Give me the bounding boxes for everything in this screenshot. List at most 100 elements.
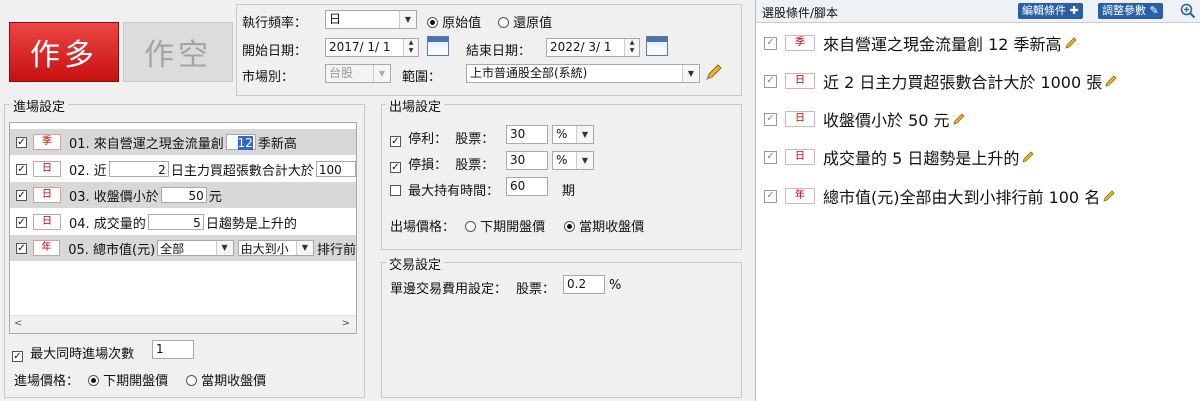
row-badge: 日 bbox=[33, 161, 61, 177]
max-hold-unit: 期 bbox=[562, 184, 576, 199]
row-checkbox[interactable]: ✓ bbox=[16, 189, 27, 201]
entry-condition-list[interactable]: ✓ 季 01. 來自營運之現金流量創 12 季新高 ✓ 日 02. 近 2 日主… bbox=[9, 122, 357, 334]
max-hold-checkbox[interactable]: 最大持有時間： bbox=[390, 180, 499, 199]
radio-label: 下期開盤價 bbox=[103, 374, 169, 389]
radio-dot bbox=[564, 221, 575, 232]
short-button[interactable]: 作空 bbox=[123, 22, 233, 82]
edit-conditions-button[interactable]: 編輯條件 ✚ bbox=[1018, 3, 1083, 19]
row-badge: 季 bbox=[33, 134, 61, 150]
pencil-icon: ✎ bbox=[1149, 4, 1159, 17]
pencil-icon[interactable] bbox=[1064, 36, 1078, 50]
panel-header: 選股條件/腳本 編輯條件 ✚ 調整參數 ✎ bbox=[756, 0, 1200, 23]
row-input[interactable]: 5 bbox=[147, 214, 204, 230]
max-entries-label: 最大同時進場次數 bbox=[30, 347, 135, 362]
condition-checkbox[interactable]: ✓ bbox=[764, 150, 777, 164]
stop-loss-unit-select[interactable]: % ▼ bbox=[552, 151, 594, 170]
stop-loss-input[interactable]: 30 bbox=[506, 151, 548, 170]
exit-radio-close[interactable]: 當期收盤價 bbox=[564, 216, 644, 235]
checkbox-box: ✓ bbox=[12, 351, 23, 362]
condition-checkbox[interactable]: ✓ bbox=[764, 36, 777, 50]
take-profit-checkbox[interactable]: ✓ 停利： 股票： bbox=[390, 128, 494, 147]
edit-conditions-label: 編輯條件 bbox=[1022, 4, 1066, 17]
row-checkbox[interactable]: ✓ bbox=[16, 216, 27, 228]
zoom-in-icon[interactable] bbox=[1180, 3, 1196, 19]
row-dropdown[interactable]: 全部 ▼ bbox=[157, 240, 234, 256]
row-text-post: 日主力買超張數合計大於 bbox=[170, 163, 314, 179]
chevron-down-icon: ▼ bbox=[295, 241, 313, 255]
checkbox-box: ✓ bbox=[390, 136, 401, 147]
entry-radio-close[interactable]: 當期收盤價 bbox=[186, 370, 266, 389]
long-button[interactable]: 作多 bbox=[9, 22, 119, 82]
row-text-pre: 03. 收盤價小於 bbox=[69, 189, 159, 205]
row-input[interactable]: 2 bbox=[108, 161, 169, 177]
max-entries-input[interactable]: 1 bbox=[152, 340, 194, 359]
plus-icon: ✚ bbox=[1069, 4, 1079, 17]
panel-condition-item[interactable]: ✓ 季 來自營運之現金流量創 12 季新高 bbox=[764, 32, 1078, 54]
fee-unit: % bbox=[609, 278, 622, 293]
condition-text: 總市值(元)全部由大到小排行前 100 名 bbox=[823, 188, 1101, 207]
radio-dot bbox=[465, 221, 476, 232]
pencil-icon[interactable] bbox=[952, 112, 966, 126]
list-item[interactable]: ✓ 日 04. 成交量的 5 日趨勢是上升的 bbox=[10, 209, 356, 235]
scroll-left-icon[interactable]: < bbox=[14, 318, 22, 329]
row-text-post: 日趨勢是上升的 bbox=[205, 216, 297, 232]
row-text-post: 排行前 bbox=[316, 242, 356, 258]
adjust-params-label: 調整參數 bbox=[1102, 4, 1146, 17]
fee-label: 單邊交易費用設定： bbox=[390, 282, 508, 297]
top-settings-group bbox=[236, 4, 742, 96]
condition-badge: 日 bbox=[785, 111, 815, 127]
max-entries-checkbox[interactable]: ✓ 最大同時進場次數 bbox=[12, 343, 134, 362]
max-hold-input[interactable]: 60 bbox=[506, 177, 548, 196]
panel-condition-item[interactable]: ✓ 日 成交量的 5 日趨勢是上升的 bbox=[764, 146, 1035, 168]
condition-text: 來自營運之現金流量創 12 季新高 bbox=[823, 35, 1062, 54]
chevron-down-icon: ▼ bbox=[576, 126, 593, 143]
condition-panel: 選股條件/腳本 編輯條件 ✚ 調整參數 ✎ ✓ 季 來自營運之現金流量創 12 … bbox=[755, 0, 1200, 401]
row-input[interactable]: 100 bbox=[315, 161, 356, 177]
chevron-down-icon: ▼ bbox=[576, 152, 593, 169]
row-badge: 日 bbox=[33, 214, 61, 230]
condition-checkbox[interactable]: ✓ bbox=[764, 189, 777, 203]
pencil-icon[interactable] bbox=[1021, 150, 1035, 164]
adjust-params-button[interactable]: 調整參數 ✎ bbox=[1098, 3, 1163, 19]
list-item[interactable]: ✓ 日 02. 近 2 日主力買超張數合計大於 100 bbox=[10, 156, 356, 182]
condition-badge: 季 bbox=[785, 35, 815, 51]
row-input[interactable]: 50 bbox=[160, 187, 207, 203]
list-item[interactable]: ✓ 日 03. 收盤價小於 50 元 bbox=[10, 182, 356, 208]
entry-radio-next-open[interactable]: 下期開盤價 bbox=[88, 370, 168, 389]
panel-condition-item[interactable]: ✓ 日 近 2 日主力買超張數合計大於 1000 張 bbox=[764, 70, 1118, 92]
pencil-icon[interactable] bbox=[1102, 189, 1116, 203]
panel-condition-item[interactable]: ✓ 年 總市值(元)全部由大到小排行前 100 名 bbox=[764, 185, 1116, 207]
row-checkbox[interactable]: ✓ bbox=[16, 242, 27, 254]
checkbox-box bbox=[390, 185, 401, 196]
pencil-icon[interactable] bbox=[1104, 74, 1118, 88]
row-checkbox[interactable]: ✓ bbox=[16, 136, 27, 148]
scroll-right-icon[interactable]: > bbox=[342, 318, 350, 329]
row-text-post: 季新高 bbox=[257, 136, 297, 152]
fee-input[interactable]: 0.2 bbox=[563, 275, 605, 294]
row-checkbox[interactable]: ✓ bbox=[16, 163, 27, 175]
row-text-pre: 05. 總市值(元) bbox=[68, 242, 156, 258]
exit-radio-next-open[interactable]: 下期開盤價 bbox=[465, 216, 545, 235]
row-text-pre: 04. 成交量的 bbox=[69, 216, 146, 232]
row-badge: 日 bbox=[33, 187, 61, 203]
take-profit-input[interactable]: 30 bbox=[506, 125, 548, 144]
condition-checkbox[interactable]: ✓ bbox=[764, 112, 777, 126]
max-hold-label: 最大持有時間： bbox=[408, 184, 500, 199]
stop-loss-checkbox[interactable]: ✓ 停損： 股票： bbox=[390, 154, 494, 173]
stop-loss-stock-label: 股票： bbox=[455, 158, 495, 173]
condition-text: 近 2 日主力買超張數合計大於 1000 張 bbox=[823, 73, 1103, 92]
row-badge: 年 bbox=[32, 240, 61, 256]
take-profit-unit-select[interactable]: % ▼ bbox=[552, 125, 594, 144]
panel-title: 選股條件/腳本 bbox=[762, 6, 839, 20]
list-item[interactable]: ✓ 年 05. 總市值(元) 全部 ▼ 由大到小 ▼ 排行前 bbox=[10, 235, 356, 261]
panel-condition-item[interactable]: ✓ 日 收盤價小於 50 元 bbox=[764, 108, 966, 130]
condition-badge: 日 bbox=[785, 73, 815, 89]
condition-checkbox[interactable]: ✓ bbox=[764, 74, 777, 88]
row-input[interactable]: 12 bbox=[225, 134, 256, 150]
horizontal-scrollbar[interactable]: < > bbox=[10, 315, 356, 333]
stop-loss-label: 停損： bbox=[408, 158, 448, 173]
fee-stock-label: 股票： bbox=[516, 282, 556, 297]
condition-text: 收盤價小於 50 元 bbox=[823, 111, 950, 130]
row-dropdown[interactable]: 由大到小 ▼ bbox=[237, 240, 314, 256]
list-item[interactable]: ✓ 季 01. 來自營運之現金流量創 12 季新高 bbox=[10, 129, 356, 155]
